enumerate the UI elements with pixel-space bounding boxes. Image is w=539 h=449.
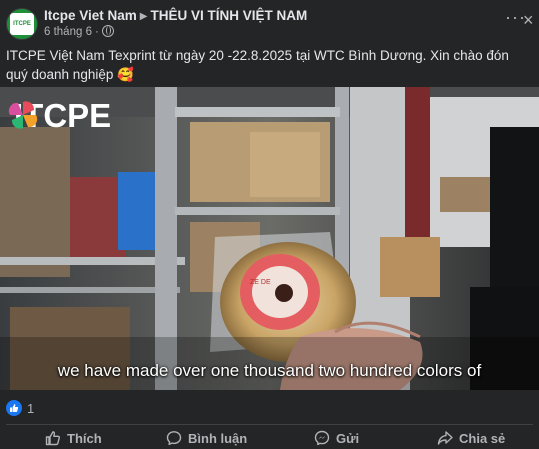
post-actions-bar: Thích Bình luận Gửi Chia sẻ (0, 426, 539, 449)
video-subtitle: we have made over one thousand two hundr… (57, 361, 482, 380)
like-reaction-icon (6, 400, 22, 416)
post-author-line: Itcpe Viet Nam ▶ THÊU VI TÍNH VIỆT NAM (44, 8, 307, 23)
send-label: Gửi (336, 430, 360, 446)
post-caption: ITCPE Việt Nam Texprint từ ngày 20 -22.8… (6, 48, 509, 82)
comment-icon (166, 431, 182, 446)
post-meta: 6 tháng 6 · (44, 25, 114, 38)
thumbs-up-icon (45, 431, 60, 446)
spool-label: ZE DE (250, 279, 271, 286)
send-button[interactable]: Gửi (314, 428, 359, 448)
share-arrow-icon (437, 431, 453, 445)
meta-separator: · (94, 26, 99, 38)
comment-label: Bình luận (188, 430, 248, 446)
globe-icon (101, 25, 114, 37)
pinwheel-logo-icon (8, 101, 38, 129)
post-header: ITCPE Itcpe Viet Nam ▶ THÊU VI TÍNH VIỆT N… (0, 0, 539, 40)
page-avatar[interactable]: ITCPE (6, 8, 38, 40)
comment-button[interactable]: Bình luận (166, 428, 247, 448)
share-label: Chia sẻ (459, 430, 506, 446)
group-name-link[interactable]: THÊU VI TÍNH VIỆT NAM (151, 8, 308, 23)
post-timestamp[interactable]: 6 tháng 6 (44, 26, 92, 38)
post-video[interactable]: ZE DE ITCPE we have made over one thousa… (0, 87, 539, 390)
reaction-count: 1 (27, 400, 35, 416)
page-name-link[interactable]: Itcpe Viet Nam (44, 8, 137, 23)
actions-divider (6, 424, 533, 425)
like-label: Thích (67, 430, 102, 446)
avatar-logo: ITCPE (10, 13, 34, 35)
feed-post: ITCPE Itcpe Viet Nam ▶ THÊU VI TÍNH VIỆT N… (0, 0, 539, 449)
like-button[interactable]: Thích (45, 428, 102, 448)
share-button[interactable]: Chia sẻ (437, 428, 505, 448)
messenger-icon (314, 430, 330, 446)
more-options-button[interactable]: ··· (505, 8, 525, 28)
itcpe-logo: ITCPE (8, 99, 111, 132)
close-icon[interactable]: × (523, 11, 537, 29)
triangle-right-icon: ▶ (139, 11, 148, 22)
reaction-summary[interactable]: 1 (6, 399, 34, 417)
